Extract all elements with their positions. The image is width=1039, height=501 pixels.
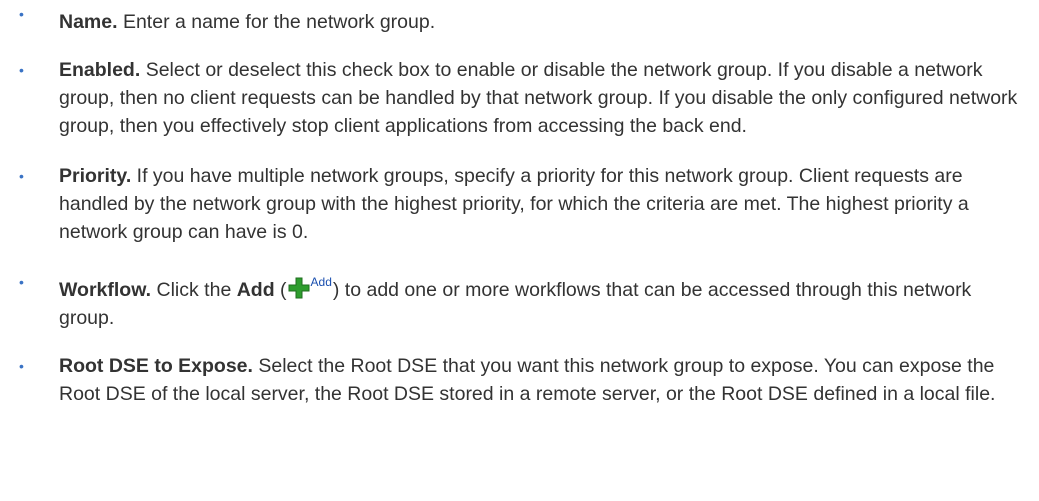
list-item-workflow: • Workflow. Click the Add (Add) to add o… [0, 268, 1027, 332]
list-item-root-dse: • Root DSE to Expose. Select the Root DS… [0, 352, 1027, 408]
bullet: • [19, 62, 24, 78]
bullet: • [19, 274, 24, 290]
bullet: • [19, 6, 24, 22]
bullet: • [19, 168, 24, 184]
add-button-image: Add [288, 268, 332, 299]
term-enabled: Enabled. [59, 59, 141, 81]
add-button-name: Add [236, 279, 275, 301]
list-item-priority: • Priority. If you have multiple network… [0, 162, 1027, 246]
add-icon-label: Add [310, 275, 332, 289]
bullet: • [19, 358, 24, 374]
list-item-name: • Name. Enter a name for the network gro… [0, 0, 1027, 36]
term-workflow: Workflow. [59, 279, 152, 301]
description-enabled: Select or deselect this check box to ena… [59, 59, 1018, 137]
field-descriptions-list: • Name. Enter a name for the network gro… [0, 0, 1039, 408]
term-name: Name. [59, 11, 118, 33]
plus-icon [288, 277, 310, 299]
term-root-dse: Root DSE to Expose. [59, 355, 253, 377]
description-workflow-before: Click the [151, 279, 237, 301]
list-item-enabled: • Enabled. Select or deselect this check… [0, 56, 1027, 140]
description-priority: If you have multiple network groups, spe… [59, 165, 969, 243]
description-name: Enter a name for the network group. [117, 11, 436, 33]
open-paren: ( [274, 279, 287, 301]
term-priority: Priority. [59, 165, 132, 187]
